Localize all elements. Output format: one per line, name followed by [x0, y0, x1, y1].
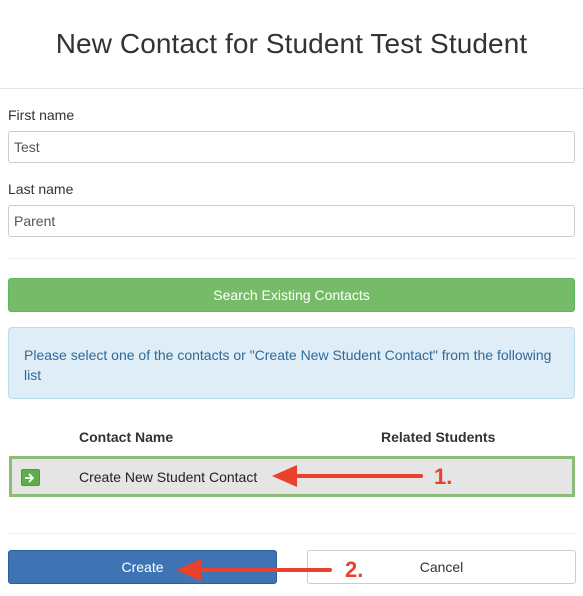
form-divider: [8, 258, 575, 259]
info-message-text: Please select one of the contacts or "Cr…: [24, 347, 552, 383]
contact-name-cell: Create New Student Contact: [79, 469, 258, 485]
page-title: New Contact for Student Test Student: [55, 28, 528, 59]
last-name-input[interactable]: [8, 205, 575, 237]
footer-divider: [8, 533, 575, 534]
first-name-input[interactable]: [8, 131, 575, 163]
info-message-box: Please select one of the contacts or "Cr…: [8, 327, 575, 399]
header-divider: [0, 88, 583, 89]
search-existing-contacts-button[interactable]: Search Existing Contacts: [8, 278, 575, 312]
new-contact-modal: New Contact for Student Test Student Fir…: [0, 0, 583, 596]
create-button[interactable]: Create: [8, 550, 277, 584]
column-header-contact-name: Contact Name: [79, 429, 174, 445]
column-header-related-students: Related Students: [381, 429, 496, 445]
table-row-create-new-contact[interactable]: Create New Student Contact: [9, 456, 575, 497]
first-name-label: First name: [8, 107, 75, 123]
annotation-step-2: 2.: [345, 557, 364, 582]
arrow-right-icon[interactable]: [21, 469, 40, 486]
last-name-label: Last name: [8, 181, 74, 197]
annotation-step-1: 1.: [434, 464, 453, 489]
